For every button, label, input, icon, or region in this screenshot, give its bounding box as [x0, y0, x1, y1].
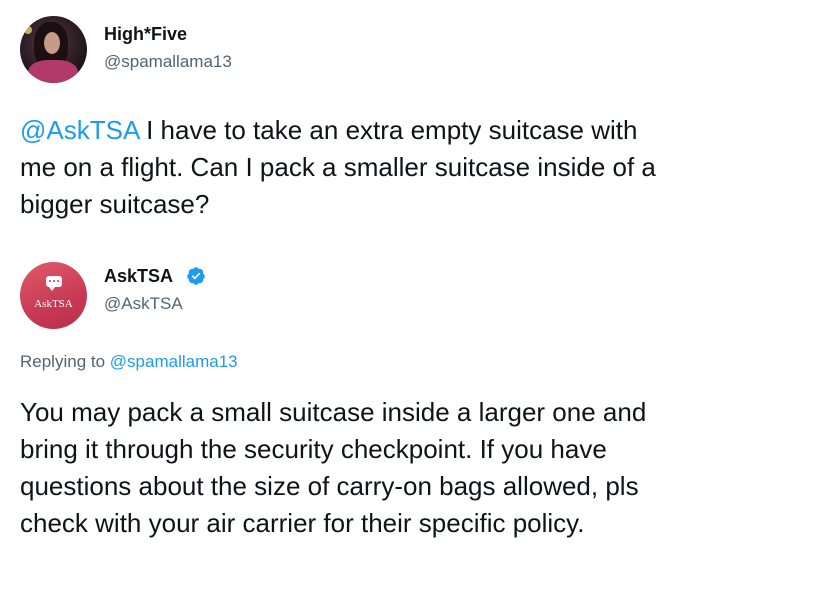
mention-link[interactable]: @AskTSA	[20, 115, 139, 145]
avatar[interactable]: AskTSA	[20, 262, 87, 329]
verified-badge-icon	[187, 267, 205, 285]
replying-handle-link[interactable]: @spamallama13	[110, 352, 238, 371]
author-handle[interactable]: @spamallama13	[104, 52, 232, 72]
tweet-text-line: You may pack a small suitcase inside a l…	[20, 397, 647, 427]
author-name[interactable]: AskTSA	[104, 266, 173, 287]
avatar[interactable]	[20, 16, 87, 83]
author-handle[interactable]: @AskTSA	[104, 294, 183, 314]
tweet-text-line: bring it through the security checkpoint…	[20, 434, 607, 464]
tweet-text-line: check with your air carrier for their sp…	[20, 508, 585, 538]
replying-label: Replying to	[20, 352, 110, 371]
replying-to: Replying to @spamallama13	[20, 352, 238, 372]
tweet-text: @AskTSA I have to take an extra empty su…	[20, 112, 656, 223]
tweet-text-line: me on a flight. Can I pack a smaller sui…	[20, 152, 656, 182]
tweet-text-line: bigger suitcase?	[20, 189, 210, 219]
avatar-face	[44, 32, 60, 54]
tweet-text-line: I have to take an extra empty suitcase w…	[138, 115, 638, 145]
avatar-shirt	[28, 60, 78, 83]
ellipsis-icon	[49, 280, 59, 283]
avatar-light	[24, 26, 32, 34]
tweet-text: You may pack a small suitcase inside a l…	[20, 394, 646, 542]
avatar-logo-text: AskTSA	[34, 298, 73, 310]
tweet-text-line: questions about the size of carry-on bag…	[20, 471, 639, 501]
author-name[interactable]: High*Five	[104, 24, 187, 45]
